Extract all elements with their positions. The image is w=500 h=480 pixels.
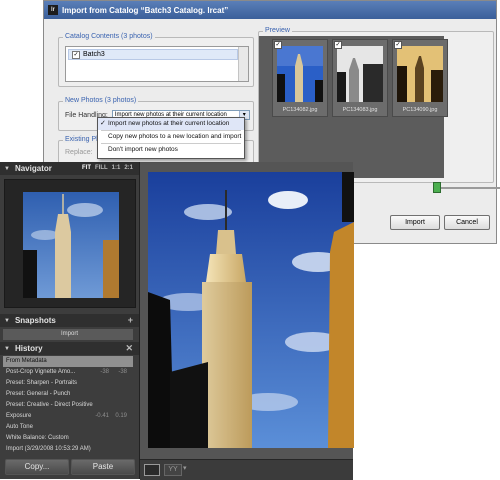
history-header[interactable]: ▼ History ✕: [0, 342, 139, 355]
import-button[interactable]: Import: [390, 215, 440, 230]
zoom-2-1[interactable]: 2:1: [124, 162, 133, 175]
replace-label: Replace:: [65, 149, 93, 156]
option-import-current-location[interactable]: ✓ Import new photos at their current loc…: [98, 118, 244, 130]
catalog-contents-title: Catalog Contents (3 photos): [63, 33, 155, 40]
history-item-value-from: -38: [100, 369, 109, 375]
navigator-title: Navigator: [14, 164, 52, 173]
history-item-label: Post-Crop Vignette Amo...: [6, 369, 76, 375]
dialog-titlebar[interactable]: lr Import from Catalog “Batch3 Catalog. …: [44, 1, 496, 19]
history-item-label: Preset: General - Punch: [6, 391, 71, 397]
zoom-fill[interactable]: FILL: [95, 162, 108, 175]
catalog-list-scrollbar[interactable]: [238, 47, 248, 81]
history-item-label: From Metadata: [6, 358, 47, 364]
collapse-triangle-icon[interactable]: ▼: [4, 318, 10, 324]
thumbnail-size-slider-handle[interactable]: [433, 182, 441, 193]
thumbnail-size-slider-track[interactable]: [434, 187, 500, 189]
thumbnail-2-filename: PC134083.jpg: [342, 107, 378, 113]
navigator-preview-image: [23, 192, 119, 298]
history-item-label: White Balance: Custom: [6, 435, 69, 441]
collapse-triangle-icon[interactable]: ▼: [4, 346, 10, 352]
preview-title: Preview: [263, 27, 292, 34]
main-photo-image: [148, 172, 354, 448]
history-item[interactable]: Import (3/29/2008 10:53:29 AM): [3, 444, 133, 455]
thumbnail-2-image: [337, 46, 383, 102]
preview-area: ✓ PC134082.jpg ✓ PC134083.jpg ✓ PC134090…: [259, 36, 448, 178]
thumbnail-2-checkbox[interactable]: ✓: [334, 41, 342, 49]
history-item-value-to: -38: [118, 369, 127, 375]
catalog-item-label: Batch3: [83, 51, 105, 58]
compare-view-icon[interactable]: YY: [164, 464, 182, 476]
checkmark-icon: ✓: [100, 120, 106, 127]
catalog-item-batch3[interactable]: ✓ Batch3: [68, 49, 238, 60]
thumbnail-2[interactable]: ✓ PC134083.jpg: [332, 39, 388, 117]
new-photos-title: New Photos (3 photos): [63, 97, 139, 104]
option-dont-import[interactable]: Don't import new photos: [98, 144, 244, 156]
history-item-label: Preset: Sharpen - Portraits: [6, 380, 78, 386]
paste-button[interactable]: Paste: [71, 459, 135, 475]
clear-history-icon[interactable]: ✕: [125, 342, 133, 355]
history-item-label: Auto Tone: [6, 424, 33, 430]
lightroom-app-icon: lr: [48, 5, 58, 15]
thumbnail-3-checkbox[interactable]: ✓: [394, 41, 402, 49]
thumbnail-3-image: [397, 46, 443, 102]
navigator-zoom-options: FIT FILL 1:1 2:1: [82, 162, 133, 175]
navigator-header[interactable]: ▼ Navigator FIT FILL 1:1 2:1: [0, 162, 139, 175]
thumbnail-1-filename: PC134082.jpg: [282, 107, 318, 113]
history-item[interactable]: Post-Crop Vignette Amo... -38 -38: [3, 367, 133, 378]
snapshots-header[interactable]: ▼ Snapshots +: [0, 314, 139, 327]
history-item[interactable]: Auto Tone: [3, 422, 133, 433]
history-item[interactable]: Preset: General - Punch: [3, 389, 133, 400]
bottom-toolbar: YY ▾: [140, 459, 353, 480]
thumbnail-1-checkbox[interactable]: ✓: [274, 41, 282, 49]
snapshots-title: Snapshots: [14, 316, 56, 325]
history-item[interactable]: Exposure -0.41 0.19: [3, 411, 133, 422]
cancel-button[interactable]: Cancel: [444, 215, 490, 230]
option-label: Don't import new photos: [108, 146, 178, 153]
catalog-contents-list[interactable]: ✓ Batch3: [65, 46, 249, 82]
history-item[interactable]: From Metadata: [3, 356, 133, 367]
loupe-view-icon[interactable]: [144, 464, 160, 476]
batch3-checkbox[interactable]: ✓: [72, 50, 80, 59]
history-title: History: [14, 344, 43, 353]
thumbnail-1[interactable]: ✓ PC134082.jpg: [272, 39, 328, 117]
option-copy-new-location[interactable]: Copy new photos to a new location and im…: [98, 131, 244, 143]
chevron-down-icon[interactable]: ▾: [183, 464, 187, 472]
main-photo[interactable]: [148, 172, 354, 448]
history-item[interactable]: Preset: Creative - Direct Positive: [3, 400, 133, 411]
zoom-fit[interactable]: FIT: [82, 162, 91, 175]
thumbnail-3-filename: PC134090.jpg: [402, 107, 438, 113]
add-snapshot-icon[interactable]: +: [128, 314, 133, 327]
option-label: Copy new photos to a new location and im…: [108, 133, 242, 140]
thumbnail-3[interactable]: ✓ PC134090.jpg: [392, 39, 448, 117]
history-item-label: Preset: Creative - Direct Positive: [6, 402, 93, 408]
snapshot-item[interactable]: Import: [3, 329, 133, 340]
history-item[interactable]: White Balance: Custom: [3, 433, 133, 444]
history-item-value-to: 0.19: [115, 413, 127, 419]
copy-button[interactable]: Copy...: [5, 459, 69, 475]
history-item-value-from: -0.41: [95, 413, 109, 419]
option-label: Import new photos at their current locat…: [108, 120, 230, 127]
catalog-contents-group: Catalog Contents (3 photos) ✓ Batch3: [58, 33, 254, 87]
file-handling-dropdown-menu: ✓ Import new photos at their current loc…: [97, 117, 245, 159]
collapse-triangle-icon[interactable]: ▼: [4, 166, 10, 172]
history-item[interactable]: Preset: Sharpen - Portraits: [3, 378, 133, 389]
history-item-label: Import (3/29/2008 10:53:29 AM): [6, 446, 91, 452]
history-item-label: Exposure: [6, 413, 32, 419]
thumbnail-1-image: [277, 46, 323, 102]
dialog-title: Import from Catalog “Batch3 Catalog. lrc…: [62, 5, 229, 15]
navigator-preview[interactable]: [4, 179, 136, 308]
zoom-1-1[interactable]: 1:1: [112, 162, 121, 175]
